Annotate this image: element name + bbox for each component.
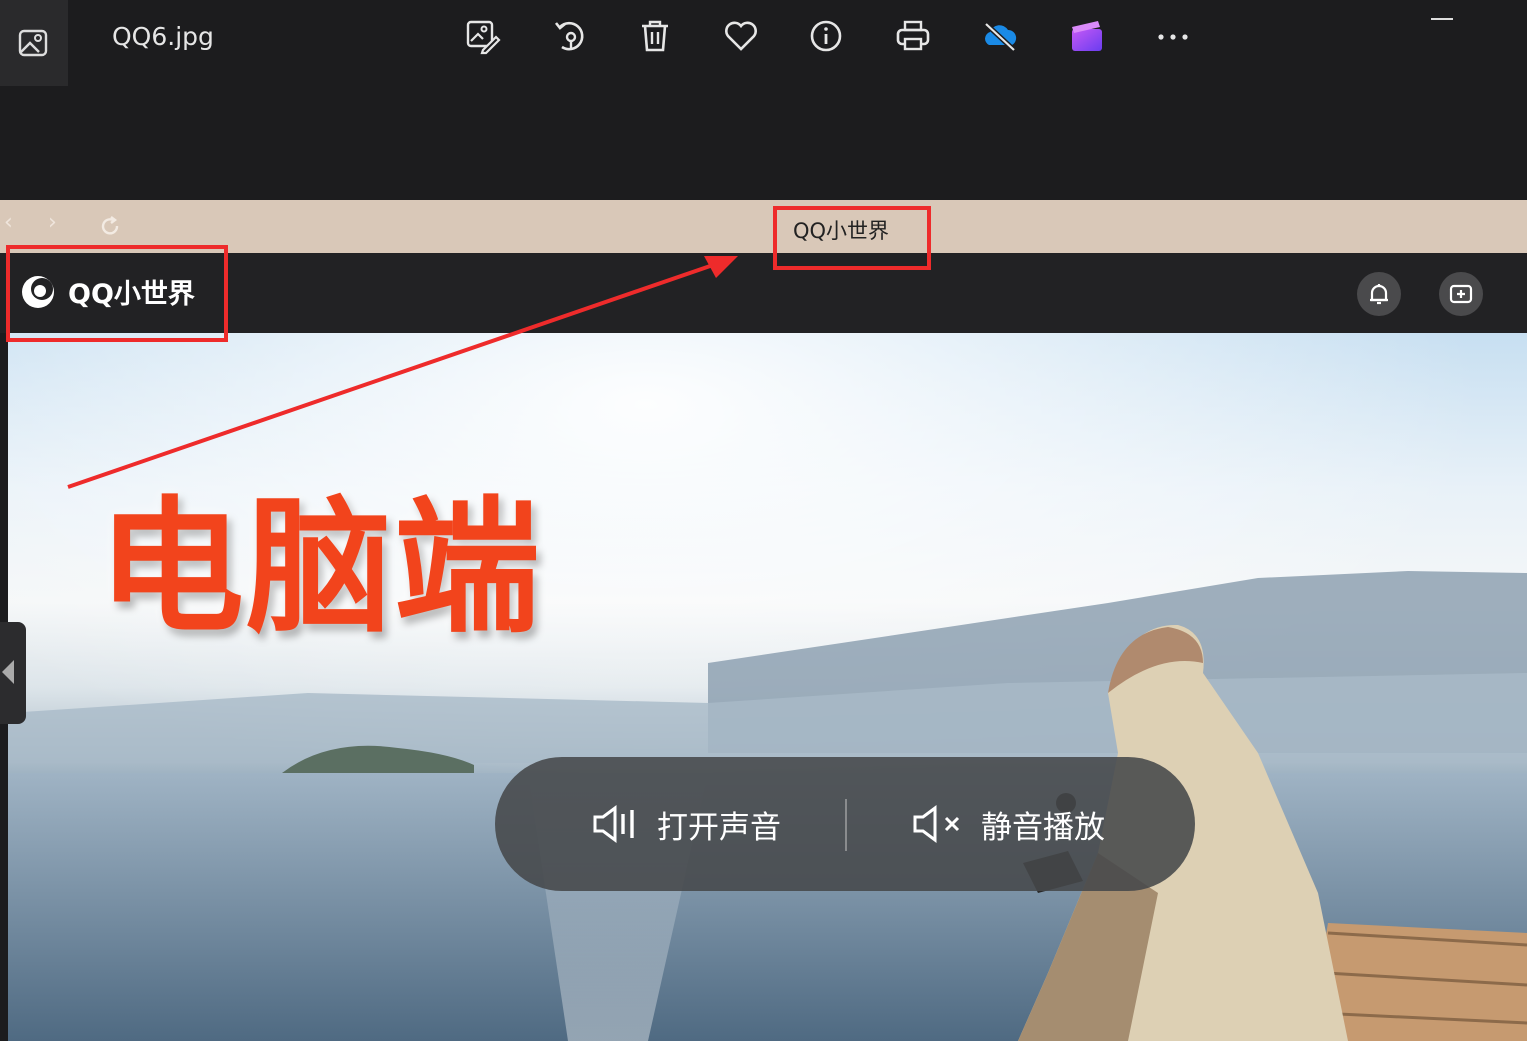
gallery-button[interactable] [0,0,68,86]
unmute-button[interactable]: 打开声音 [591,757,781,891]
clipchamp-button[interactable] [1064,14,1108,58]
video-frame[interactable] [8,333,1527,1041]
reload-icon [101,216,119,235]
bell-icon [1370,284,1388,305]
collapse-sidebar-handle[interactable] [0,622,26,724]
speaker-mute-icon [913,805,960,843]
mute-play-button[interactable]: 静音播放 [911,757,1105,891]
unmute-label: 打开声音 [657,809,781,846]
back-icon[interactable]: ‹ [4,210,13,235]
forward-icon[interactable]: › [48,210,57,235]
info-icon [810,20,842,52]
lake-scene-image [8,333,1527,1041]
speaker-on-icon [593,805,634,843]
reload-button[interactable] [98,214,122,244]
file-name: QQ6.jpg [112,22,214,51]
info-button[interactable] [804,14,848,58]
browser-tab-strip [0,200,1527,253]
print-button[interactable] [891,14,935,58]
edit-image-icon [466,20,501,55]
favorite-icon [725,21,757,51]
photo-viewer-toolbar: QQ6.jpg [0,0,1527,200]
annotation-box-tab-title [773,206,931,270]
mute-play-label: 静音播放 [981,809,1105,846]
minimize-button[interactable] [1427,6,1455,30]
app-header [0,253,1527,333]
sound-divider [845,799,847,851]
more-button[interactable] [1151,14,1195,58]
clipchamp-icon [1072,21,1102,51]
favorite-button[interactable] [719,14,763,58]
edit-image-button[interactable] [460,14,504,58]
annotation-box-logo [6,245,228,342]
overlay-caption: 电脑端 [98,483,542,653]
add-video-icon [1449,284,1473,304]
rotate-icon [554,21,584,51]
gallery-icon [18,29,48,57]
onedrive-button[interactable] [978,14,1022,58]
upload-video-button[interactable] [1439,272,1483,316]
delete-button[interactable] [633,14,677,58]
onedrive-icon [984,22,1017,52]
notifications-button[interactable] [1357,272,1401,316]
more-icon [1158,34,1188,40]
rotate-button[interactable] [547,14,591,58]
print-icon [896,20,930,51]
delete-icon [642,20,668,52]
sound-prompt: 打开声音 静音播放 [495,757,1195,891]
